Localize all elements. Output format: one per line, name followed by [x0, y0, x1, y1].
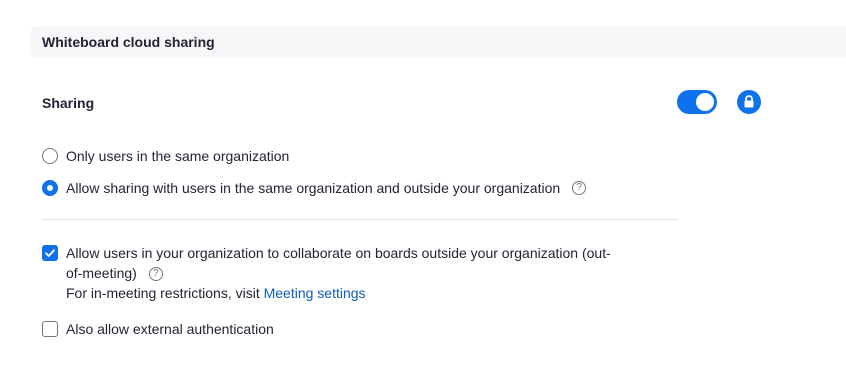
checkbox-label-line2: of-meeting): [66, 265, 137, 281]
sharing-toggle[interactable]: [677, 90, 717, 114]
radio-label-outside-org: Allow sharing with users in the same org…: [66, 180, 561, 196]
section-header: Whiteboard cloud sharing: [30, 26, 846, 58]
radio-button-outside-org[interactable]: [42, 180, 58, 196]
radio-label-same-org: Only users in the same organization: [66, 148, 290, 164]
checkbox-collaborate[interactable]: [42, 245, 58, 261]
setting-title: Sharing: [42, 95, 95, 111]
meeting-settings-link[interactable]: Meeting settings: [264, 285, 366, 301]
in-meeting-note: For in-meeting restrictions, visit Meeti…: [66, 283, 682, 303]
settings-page: Whiteboard cloud sharing Sharing Only us…: [0, 0, 846, 377]
help-icon[interactable]: ?: [572, 181, 587, 195]
checkbox-label-line1: Allow users in your organization to coll…: [66, 245, 611, 261]
section-title: Whiteboard cloud sharing: [42, 34, 215, 50]
checkbox-option-collaborate: Allow users in your organization to coll…: [42, 243, 682, 303]
note-text: For in-meeting restrictions, visit: [66, 285, 260, 301]
checkbox-label-line2-row: of-meeting)?: [66, 263, 682, 283]
lock-icon-graphic: [744, 95, 754, 108]
lock-icon[interactable]: [737, 90, 761, 114]
toggle-knob: [696, 93, 714, 111]
checkbox-external-auth[interactable]: [42, 321, 58, 337]
checkmark-icon: [45, 249, 55, 257]
help-icon[interactable]: ?: [148, 267, 163, 282]
checkbox-option-external-auth[interactable]: Also allow external authentication: [42, 321, 274, 337]
divider: [42, 219, 678, 220]
checkbox-collaborate-text: Allow users in your organization to coll…: [66, 243, 682, 303]
radio-option-outside-org[interactable]: Allow sharing with users in the same org…: [42, 180, 587, 196]
radio-button-same-org[interactable]: [42, 148, 58, 164]
radio-option-same-org[interactable]: Only users in the same organization: [42, 148, 289, 164]
checkbox-label-external-auth: Also allow external authentication: [66, 321, 274, 337]
